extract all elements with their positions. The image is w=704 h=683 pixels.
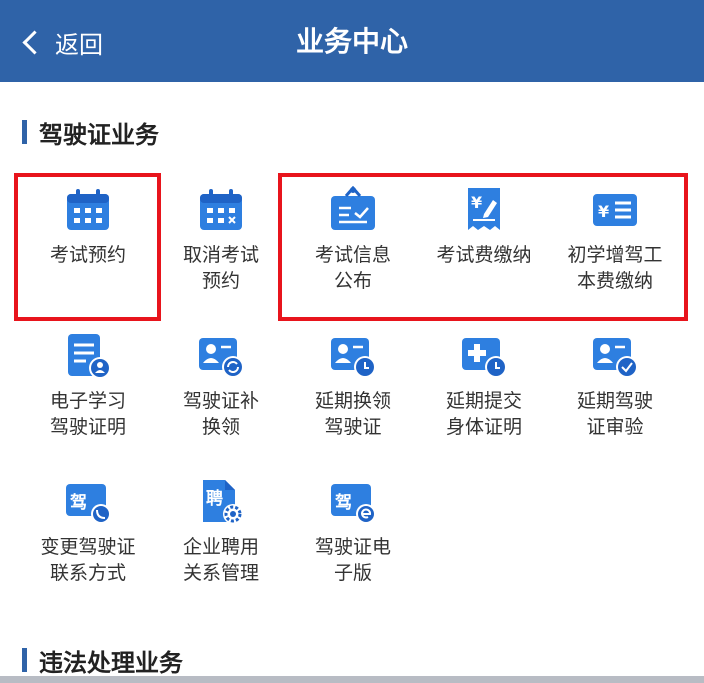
tile-license-replace[interactable]: 驾驶证补 换领: [156, 332, 286, 472]
section-title-violation: 违法处理业务: [22, 645, 183, 677]
tile-change-contact[interactable]: 驾 变更驾驶证 联系方式: [23, 478, 153, 618]
section-title-license: 驾驶证业务: [22, 117, 159, 149]
tile-label: 企业聘用 关系管理: [182, 536, 259, 584]
tile-label: 电子学习 驾驶证明: [49, 390, 126, 438]
page-title: 业务中心: [295, 25, 408, 58]
tile-employment-management[interactable]: 聘 企业聘用 关系管理: [156, 478, 286, 618]
card-glyph: 聘: [206, 488, 223, 509]
card-electronic-icon: 驾: [331, 484, 376, 524]
section-accent-bar: [22, 648, 27, 672]
card-glyph: 驾: [70, 493, 87, 513]
document-person-icon: [68, 334, 111, 379]
tile-cancel-exam[interactable]: 取消考试 预约: [156, 186, 286, 326]
id-card-refresh-icon: [199, 338, 244, 378]
tile-delay-medical[interactable]: 延期提交 身体证明: [419, 332, 549, 472]
highlight-box: [278, 173, 688, 321]
tile-label: 驾驶证电 子版: [314, 536, 391, 584]
tile-label: 变更驾驶证 联系方式: [40, 536, 136, 584]
tile-label: 延期提交 身体证明: [445, 390, 522, 438]
card-glyph: 驾: [335, 493, 352, 513]
tile-electronic-license[interactable]: 驾 驾驶证电 子版: [288, 478, 418, 618]
medical-clock-icon: [462, 338, 507, 378]
tile-label: 驾驶证补 换领: [182, 390, 259, 438]
section-label: 驾驶证业务: [39, 120, 159, 149]
calendar-cancel-icon: [200, 189, 242, 230]
header-bar: 返回 业务中心: [0, 0, 704, 82]
id-card-clock-icon: [331, 338, 376, 378]
tile-delay-license-review[interactable]: 延期驾驶 证审验: [550, 332, 680, 472]
tile-label: 延期驾驶 证审验: [576, 390, 653, 438]
highlight-box: [14, 173, 161, 321]
id-card-check-icon: [593, 338, 638, 378]
section-accent-bar: [22, 120, 27, 144]
tile-e-learning-proof[interactable]: 电子学习 驾驶证明: [23, 332, 153, 472]
document-gear-icon: 聘: [203, 480, 243, 524]
tile-delay-renew-license[interactable]: 延期换领 驾驶证: [288, 332, 418, 472]
bottom-cutoff-strip: [0, 676, 704, 683]
section-label: 违法处理业务: [39, 648, 183, 677]
tile-label: 延期换领 驾驶证: [314, 390, 391, 438]
card-phone-icon: 驾: [66, 484, 111, 524]
tile-label: 取消考试 预约: [182, 244, 259, 292]
